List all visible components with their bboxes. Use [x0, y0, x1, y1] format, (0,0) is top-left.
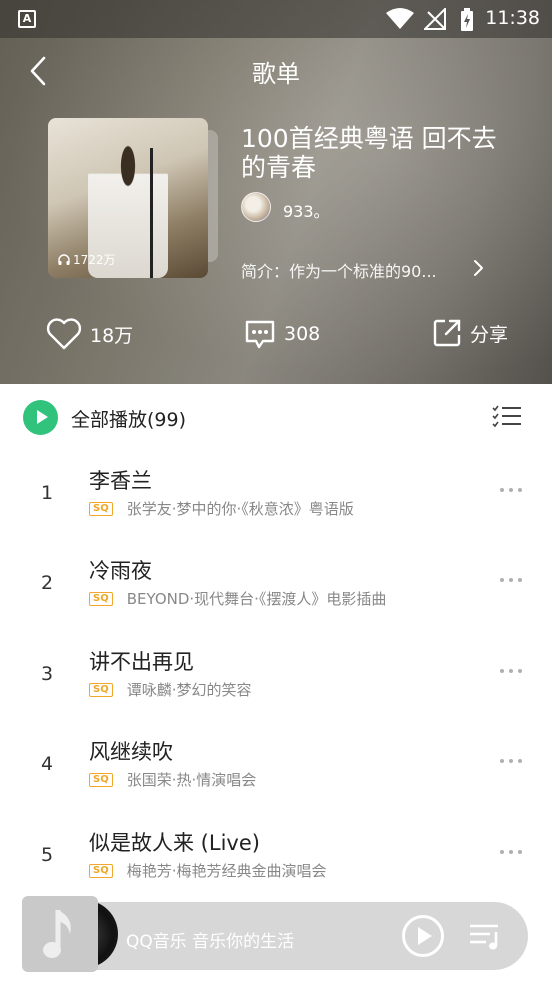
playlist-intro[interactable]: 简介：作为一个标准的90... — [241, 258, 437, 282]
play-all-row[interactable]: 全部播放(99) — [0, 384, 552, 450]
cover-mic-stand — [150, 148, 153, 278]
song-index: 3 — [40, 663, 54, 685]
song-row[interactable]: 1 李香兰 SQ 张学友·梦中的你·《秋意浓》粤语版 — [0, 450, 552, 540]
more-options-icon[interactable] — [500, 488, 522, 492]
sq-quality-badge: SQ — [89, 772, 113, 787]
song-list-panel: 全部播放(99) 1 李香兰 SQ 张学友·梦中的你·《秋意浓》粤语版 2 冷雨… — [0, 384, 552, 983]
song-subtitle: BEYOND·现代舞台·《摆渡人》电影插曲 — [126, 590, 387, 608]
like-button[interactable]: 18万 — [46, 318, 133, 350]
song-index: 4 — [40, 753, 54, 775]
more-options-icon[interactable] — [500, 578, 522, 582]
song-title: 风继续吹 — [89, 740, 173, 764]
playlist-queue-icon[interactable] — [468, 920, 504, 952]
more-options-icon[interactable] — [500, 669, 522, 673]
wifi-icon — [386, 8, 414, 29]
sq-quality-badge: SQ — [89, 863, 113, 878]
song-title: 冷雨夜 — [89, 559, 152, 583]
page-title: 歌单 — [252, 60, 300, 88]
mini-player-cover — [22, 896, 98, 972]
app-notification-icon: A — [18, 10, 36, 28]
heart-icon — [46, 318, 82, 350]
song-index: 1 — [40, 482, 54, 504]
share-button[interactable]: 分享 — [432, 318, 508, 348]
sq-quality-badge: SQ — [89, 501, 113, 516]
more-options-icon[interactable] — [500, 759, 522, 763]
song-meta: SQ 谭咏麟·梦幻的笑容 — [89, 679, 251, 700]
comment-button[interactable]: 308 — [244, 318, 320, 350]
song-row[interactable]: 3 讲不出再见 SQ 谭咏麟·梦幻的笑容 — [0, 631, 552, 721]
song-meta: SQ BEYOND·现代舞台·《摆渡人》电影插曲 — [89, 588, 386, 609]
sq-quality-badge: SQ — [89, 591, 113, 606]
song-row[interactable]: 2 冷雨夜 SQ BEYOND·现代舞台·《摆渡人》电影插曲 — [0, 540, 552, 630]
song-index: 2 — [40, 572, 54, 594]
creator-name[interactable]: 933。 — [283, 198, 330, 222]
comment-icon — [245, 320, 275, 349]
song-title: 李香兰 — [89, 469, 152, 493]
mini-player-text: QQ音乐 音乐你的生活 — [126, 932, 295, 952]
song-subtitle: 张国荣·热·情演唱会 — [126, 771, 257, 789]
song-row[interactable]: 4 风继续吹 SQ 张国荣·热·情演唱会 — [0, 721, 552, 811]
comment-count: 308 — [284, 323, 321, 345]
song-subtitle: 梅艳芳·梅艳芳经典金曲演唱会 — [126, 862, 327, 880]
play-icon[interactable] — [401, 914, 445, 958]
share-icon — [433, 319, 461, 347]
song-index: 5 — [40, 844, 54, 866]
multi-select-icon[interactable] — [492, 405, 522, 429]
more-options-icon[interactable] — [500, 850, 522, 854]
battery-icon — [461, 8, 473, 31]
mini-player-artwork[interactable] — [22, 896, 118, 972]
song-meta: SQ 张学友·梦中的你·《秋意浓》粤语版 — [89, 498, 354, 519]
action-bar: 18万 308 分享 — [0, 318, 552, 362]
song-row[interactable]: 5 似是故人来 (Live) SQ 梅艳芳·梅艳芳经典金曲演唱会 — [0, 812, 552, 902]
sq-quality-badge: SQ — [89, 682, 113, 697]
share-label: 分享 — [470, 323, 509, 346]
signal-icon — [424, 8, 446, 30]
song-meta: SQ 梅艳芳·梅艳芳经典金曲演唱会 — [89, 860, 326, 881]
creator-avatar[interactable] — [241, 192, 271, 222]
chevron-right-icon[interactable] — [470, 258, 486, 278]
playlist-cover[interactable]: 1722万 — [48, 118, 208, 278]
play-count: 1722万 — [58, 251, 116, 268]
status-time: 11:38 — [485, 7, 540, 29]
status-bar: A 11:38 — [0, 0, 552, 38]
play-count-text: 1722万 — [73, 253, 116, 267]
song-meta: SQ 张国荣·热·情演唱会 — [89, 769, 256, 790]
play-all-icon[interactable] — [23, 400, 58, 435]
song-title: 讲不出再见 — [89, 650, 194, 674]
song-subtitle: 张学友·梦中的你·《秋意浓》粤语版 — [126, 500, 354, 518]
headphones-icon — [58, 253, 70, 265]
song-subtitle: 谭咏麟·梦幻的笑容 — [126, 681, 252, 699]
like-count: 18万 — [90, 324, 134, 347]
playlist-title: 100首经典粤语 回不去的青春 — [241, 124, 497, 182]
play-all-label[interactable]: 全部播放(99) — [71, 405, 186, 432]
music-note-icon — [43, 910, 71, 958]
song-title: 似是故人来 (Live) — [89, 831, 260, 855]
top-nav-bar: 歌单 — [0, 38, 552, 102]
